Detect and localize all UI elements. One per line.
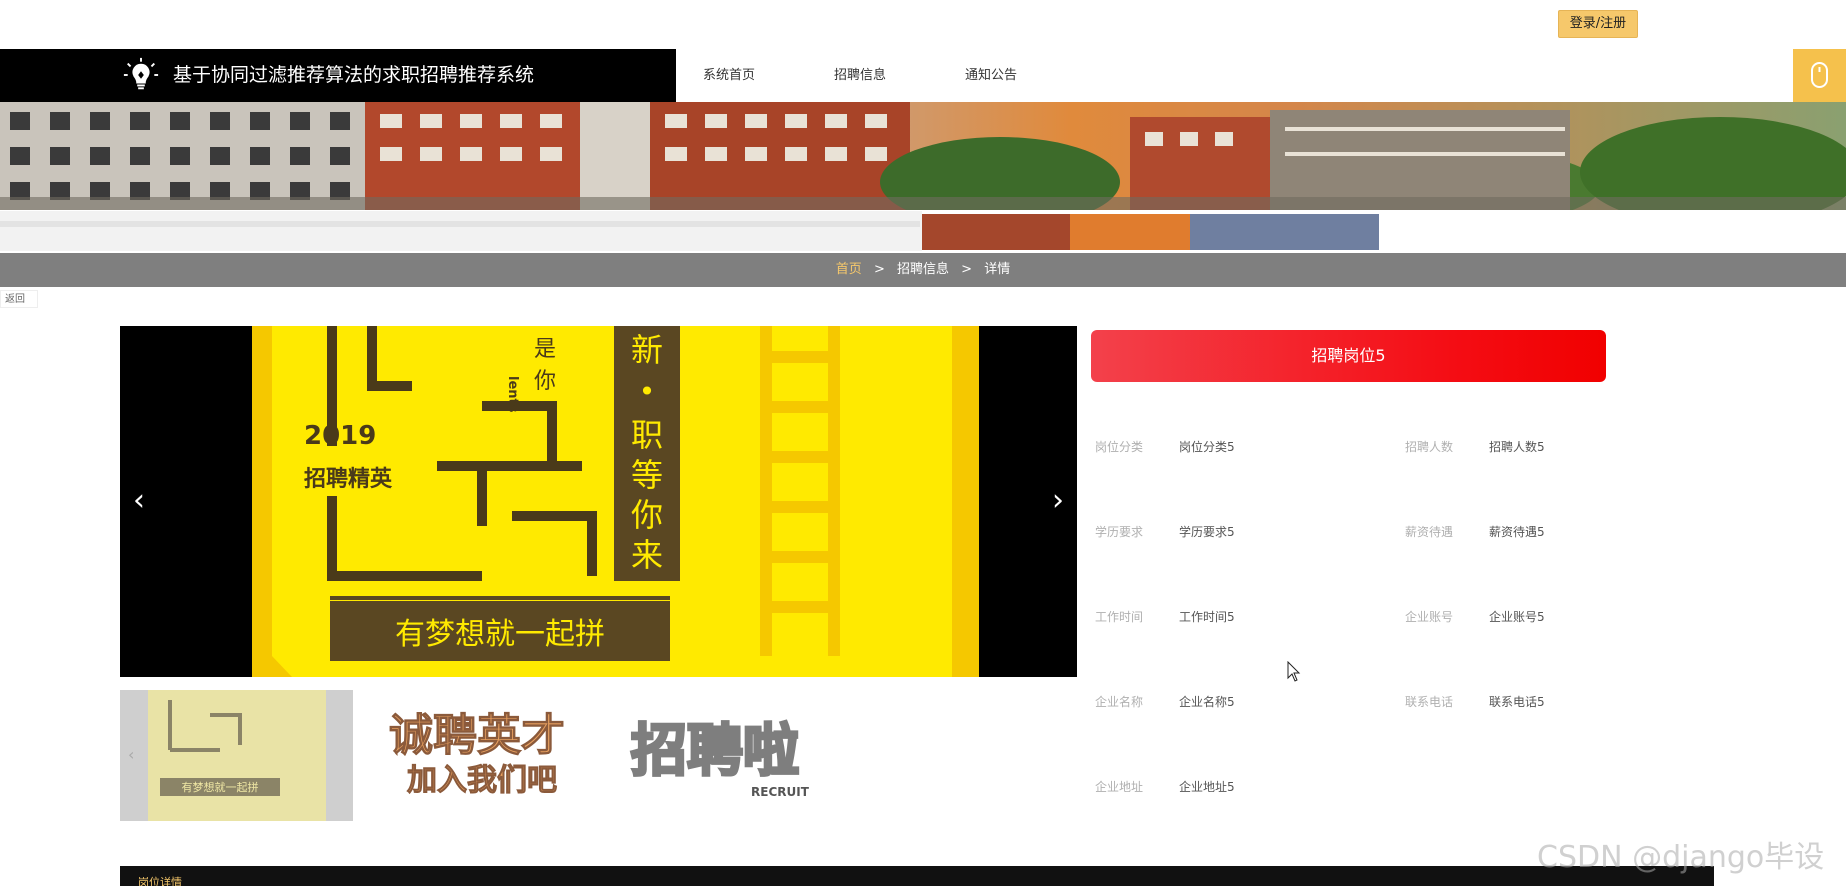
field-value-headcount: 招聘人数5 [1489, 440, 1545, 454]
field-label-salary: 薪资待遇 [1405, 525, 1454, 539]
field-value-company-name: 企业名称5 [1179, 695, 1235, 709]
poster-side-3: lents [505, 376, 520, 413]
thumbnail-1[interactable]: 有梦想就一起拼 ‹ [120, 690, 353, 821]
carousel-next-button[interactable]: › [1043, 484, 1073, 518]
breadcrumb-separator: > [961, 262, 973, 277]
poster-year: 2019 [304, 421, 376, 451]
poster-vertical-2: 职 [631, 416, 663, 454]
thumbnail-3-title: 招聘啦 [631, 719, 799, 784]
field-value-phone: 联系电话5 [1489, 695, 1545, 709]
mouse-cursor-icon [1287, 661, 1301, 682]
field-label-phone: 联系电话 [1405, 695, 1454, 709]
back-button[interactable]: 返回 [0, 290, 38, 308]
poster-vertical-4: 你 [631, 496, 663, 534]
banner-image [0, 102, 1846, 210]
job-title-banner: 招聘岗位5 [1091, 330, 1606, 382]
breadcrumb-home[interactable]: 首页 [836, 262, 862, 277]
chevron-right-icon: › [1052, 483, 1064, 518]
poster-vertical-1: • [639, 375, 656, 408]
nav-notice[interactable]: 通知公告 [965, 49, 1017, 102]
thumbnail-1-caption: 有梦想就一起拼 [182, 780, 259, 794]
breadcrumb-recruitment[interactable]: 招聘信息 [897, 262, 949, 277]
field-label-company-name: 企业名称 [1095, 695, 1144, 709]
site-title: 基于协同过滤推荐算法的求职招聘推荐系统 [173, 64, 535, 86]
poster-vertical-0: 新 [631, 331, 663, 369]
breadcrumb: 首页 > 招聘信息 > 详情 [0, 253, 1846, 287]
poster-vertical-5: 来 [631, 536, 663, 574]
poster-side-2: 你 [534, 369, 556, 394]
thumbnail-2-subtitle: 加入我们吧 [407, 763, 557, 798]
poster-side-1: 是 [534, 337, 556, 362]
lightbulb-icon [123, 57, 159, 90]
mouse-icon [1811, 62, 1828, 88]
nav-home[interactable]: 系统首页 [703, 49, 755, 102]
poster-subtitle: 招聘精英 [304, 466, 393, 492]
page: 登录/注册 基于协同过滤推荐算法的求职招聘推荐系统 系统首页 招聘信息 通知公告… [0, 0, 1846, 886]
field-label-headcount: 招聘人数 [1405, 440, 1454, 454]
thumbnail-3-sub: RECRUIT [751, 785, 810, 799]
field-value-company-account: 企业账号5 [1489, 610, 1545, 624]
field-label-education: 学历要求 [1095, 525, 1144, 539]
thumbnail-chevron-left-icon: ‹ [128, 745, 134, 764]
field-label-company-account: 企业账号 [1405, 610, 1454, 624]
job-detail-title: 岗位详情 [138, 876, 182, 886]
carousel-thumbnails: 有梦想就一起拼 ‹ 诚聘英才 加入我们吧 招聘啦 RECRUIT [120, 690, 840, 821]
brand: 基于协同过滤推荐算法的求职招聘推荐系统 [0, 49, 676, 102]
poster-vertical-3: 等 [631, 456, 663, 494]
header: 基于协同过滤推荐算法的求职招聘推荐系统 系统首页 招聘信息 通知公告 [0, 49, 1846, 102]
nav-recruitment[interactable]: 招聘信息 [834, 49, 886, 102]
watermark: CSDN @django毕设 [1537, 840, 1825, 875]
recruitment-poster: 2019 招聘精英 是 你 lents 新 • 职 等 你 来 有梦想就一起拼 [252, 326, 979, 677]
thumbnail-3[interactable]: 招聘啦 RECRUIT [605, 690, 840, 821]
field-label-category: 岗位分类 [1095, 440, 1144, 454]
thumbnail-2[interactable]: 诚聘英才 加入我们吧 [360, 690, 595, 821]
chevron-left-icon: ‹ [133, 483, 145, 518]
breadcrumb-separator: > [873, 262, 885, 277]
breadcrumb-current: 详情 [984, 262, 1011, 277]
field-label-address: 企业地址 [1095, 780, 1144, 794]
thumbnail-2-title: 诚聘英才 [389, 710, 565, 761]
job-detail-section: 岗位详情 [120, 866, 1714, 886]
field-value-category: 岗位分类5 [1179, 440, 1235, 454]
field-value-salary: 薪资待遇5 [1489, 525, 1545, 539]
login-register-button[interactable]: 登录/注册 [1558, 10, 1638, 38]
poster-slogan: 有梦想就一起拼 [395, 617, 605, 652]
field-label-worktime: 工作时间 [1095, 610, 1144, 624]
field-value-education: 学历要求5 [1179, 525, 1235, 539]
field-value-worktime: 工作时间5 [1179, 610, 1235, 624]
mouse-button[interactable] [1793, 49, 1846, 102]
field-value-address: 企业地址5 [1179, 780, 1235, 794]
carousel-prev-button[interactable]: ‹ [124, 484, 154, 518]
image-carousel: 2019 招聘精英 是 你 lents 新 • 职 等 你 来 有梦想就一起拼 [120, 326, 1077, 677]
banner-thumbnail-strip [0, 211, 1846, 251]
